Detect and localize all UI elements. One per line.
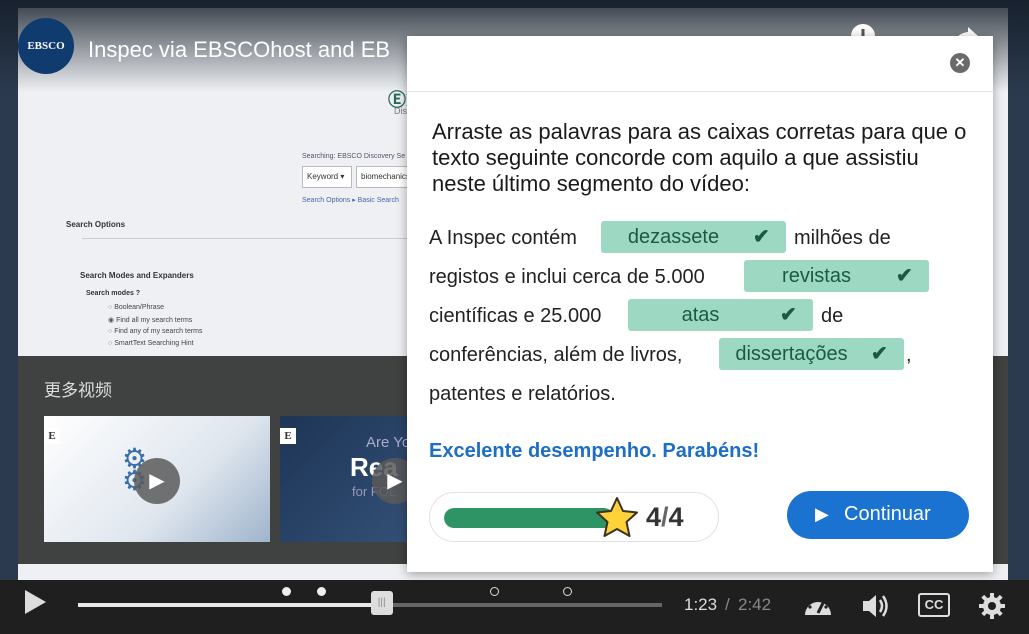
interaction-marker[interactable] [317, 587, 326, 596]
more-videos-title: 更多视频 [44, 381, 112, 400]
progress-fill [78, 603, 382, 607]
speed-icon[interactable] [802, 591, 834, 627]
quiz-dialog: ✕ Arraste as palavras para as caixas cor… [407, 36, 993, 572]
dialog-header: ✕ [407, 36, 993, 92]
score-max: 4 [668, 502, 684, 532]
score-indicator: 4/4 [429, 492, 719, 542]
score-bar-fill [444, 508, 614, 528]
video-thumbnail[interactable]: E ⚙⚙ ▶ [44, 416, 270, 542]
time-current: 1:23 [684, 595, 718, 614]
mode-option: Find all my search terms [108, 316, 192, 324]
mode-option: SmartText Searching Hint [108, 340, 193, 347]
star-icon [594, 495, 640, 541]
score-text: 4/4 [646, 502, 684, 533]
keyword-select: Keyword ▾ [302, 166, 352, 188]
modes-heading: Search Modes and Expanders [80, 271, 194, 280]
check-icon: ✔ [896, 265, 913, 287]
gear-icon[interactable] [978, 591, 1006, 627]
answer-word[interactable]: dissertações [719, 338, 864, 370]
close-icon[interactable]: ✕ [950, 53, 970, 73]
mode-option: Boolean/Phrase [108, 304, 164, 311]
search-links: Search Options ▸ Basic Search [302, 197, 399, 204]
searching-label: Searching: EBSCO Discovery Se [302, 153, 406, 160]
thumb-badge: E [280, 428, 296, 444]
play-icon[interactable] [22, 588, 48, 623]
sentence-text: conferências, além de livros, [429, 344, 683, 366]
mode-option: Find any of my search terms [108, 328, 202, 335]
time-separator: / [725, 595, 730, 614]
check-icon: ✔ [871, 343, 888, 365]
divider [82, 238, 422, 239]
sentence-text: científicas e 25.000 [429, 305, 602, 327]
check-icon: ✔ [780, 304, 797, 326]
check-icon: ✔ [753, 226, 770, 248]
time-total: 2:42 [738, 595, 772, 614]
drop-zone-2[interactable]: revistas ✔ [744, 260, 929, 292]
score-separator: / [661, 502, 669, 532]
score-bar [444, 508, 614, 528]
interaction-marker[interactable] [490, 587, 499, 596]
sentence-text: milhões de [794, 227, 891, 249]
volume-icon[interactable] [860, 591, 892, 627]
interaction-marker[interactable] [563, 587, 572, 596]
continue-label: Continuar [844, 503, 931, 525]
sentence-text: de [821, 305, 844, 327]
cc-icon[interactable]: CC [918, 593, 950, 617]
modes-label: Search modes ? [86, 290, 141, 297]
sentence-text: A Inspec contém [429, 227, 577, 249]
interaction-marker[interactable] [282, 587, 291, 596]
sentence-text: registos e inclui cerca de 5.000 [429, 266, 705, 288]
progress-bar[interactable]: ||| [78, 587, 662, 615]
progress-handle[interactable]: ||| [370, 591, 393, 615]
drop-zone-4[interactable]: dissertações ✔ [719, 338, 904, 370]
channel-logo[interactable]: EBSCO [18, 18, 74, 74]
play-icon: ▶ [815, 504, 829, 524]
search-options-heading: Search Options [66, 220, 126, 229]
score-value: 4 [646, 502, 662, 532]
drop-zone-3[interactable]: atas ✔ [628, 299, 813, 331]
drop-zone-1[interactable]: dezassete ✔ [601, 221, 786, 253]
quiz-instruction: Arraste as palavras para as caixas corre… [432, 119, 967, 196]
continue-button[interactable]: ▶ Continuar [787, 491, 969, 539]
thumb-text: Are Yo [366, 434, 411, 451]
answer-word[interactable]: atas [628, 299, 773, 331]
feedback-message: Excelente desempenho. Parabéns! [429, 440, 760, 462]
player-controls: ||| 1:23 / 2:42 CC [0, 580, 1029, 634]
answer-word[interactable]: dezassete [601, 221, 746, 253]
video-title[interactable]: Inspec via EBSCOhost and EB [88, 37, 390, 63]
answer-word[interactable]: revistas [744, 260, 889, 292]
thumb-badge: E [44, 428, 60, 444]
sentence-text: patentes e relatórios. [429, 383, 616, 405]
sentence-text: , [906, 344, 912, 366]
play-icon[interactable]: ▶ [134, 458, 180, 504]
